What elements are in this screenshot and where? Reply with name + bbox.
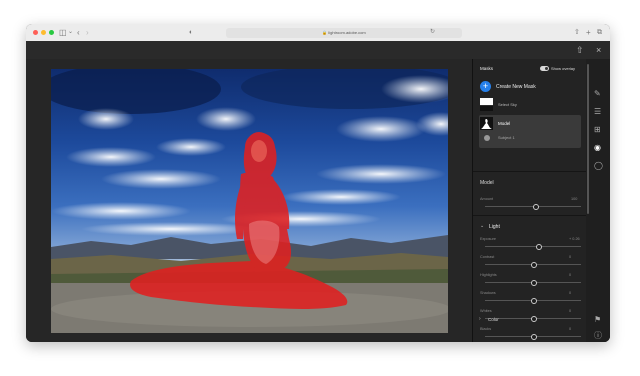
color-section-title: Color [488,317,499,322]
subject-icon [484,135,490,141]
light-slider-label: Shadows [480,291,496,295]
light-slider[interactable] [485,334,581,340]
light-slider-handle[interactable] [531,298,537,304]
light-slider-value: 0 [569,327,572,331]
lock-icon: 🔒 [322,30,328,35]
light-slider-handle[interactable] [535,244,542,250]
browser-window: ◫ ⌄ ‹ › ◐ 🔒 lightroom.adobe.com ↻ ⇧ + ⧉ … [26,24,610,342]
model-mask-thumbnail [480,117,493,130]
photo[interactable] [51,69,448,333]
mask-component-label[interactable]: Subject 1 [498,135,515,141]
light-slider[interactable] [485,280,581,286]
amount-slider[interactable] [485,204,581,210]
light-slider-value: 0 [569,273,572,277]
light-slider-label: Exposure [480,237,497,241]
sliders-icon[interactable]: ☰ [594,107,601,117]
light-slider-handle[interactable] [531,262,537,268]
chevron-down-icon: ⌄ [480,223,485,229]
plus-icon: + [480,81,491,92]
adjust-mask-name: Model [480,180,494,186]
browser-titlebar: ◫ ⌄ ‹ › ◐ 🔒 lightroom.adobe.com ↻ ⇧ + ⧉ [26,24,610,41]
crop-icon[interactable]: ⊞ [594,125,601,135]
divider [473,171,587,172]
light-slider-label: Highlights [480,273,497,277]
sky-mask-thumbnail [480,98,493,111]
mask-item-label: Model [498,121,511,126]
divider [473,215,587,216]
chevron-right-icon: › [479,316,481,322]
light-slider[interactable] [485,298,581,304]
color-section-header[interactable]: › Color [479,314,579,324]
light-slider-handle[interactable] [531,334,537,340]
light-slider-value: + 0.26 [569,237,580,241]
photo-canvas[interactable] [26,59,472,342]
masks-panel-title: Masks [480,66,494,71]
light-slider[interactable] [485,244,581,250]
light-section-title: Light [489,224,500,230]
panel-scrollbar[interactable] [587,64,589,214]
tool-rail: ✎ ☰ ⊞ ◉ ◯ ⚑ ⓘ [586,59,610,342]
light-section-header[interactable]: ⌄ Light [480,223,580,231]
photo-scene [51,69,448,333]
show-overlay-toggle[interactable] [540,66,549,71]
reload-icon[interactable]: ↻ [430,27,435,38]
masking-icon[interactable]: ◉ [594,143,601,153]
mask-item-select-sky[interactable]: Select Sky [479,97,581,114]
sidebar-toggle-icon[interactable]: ◫ [59,27,67,38]
new-tab-icon[interactable]: + [586,27,591,38]
share-icon[interactable]: ⇧ [574,27,580,38]
amount-value: 100 [571,197,578,201]
edit-icon[interactable]: ✎ [594,89,601,99]
tab-menu-chevron-icon[interactable]: ⌄ [68,27,73,38]
amount-label: Amount [480,197,494,201]
healing-icon[interactable]: ◯ [594,161,603,171]
person-silhouette-icon [481,119,492,129]
amount-slider-handle[interactable] [533,204,539,210]
zoom-window-button[interactable] [49,30,54,35]
light-slider-label: Blacks [480,327,492,331]
app-toolbar: ⇧ × [26,41,610,59]
back-arrow-icon[interactable]: ‹ [77,27,80,38]
minimize-window-button[interactable] [41,30,46,35]
mask-item-model[interactable]: Model Subject 1 [479,115,581,148]
info-icon[interactable]: ⓘ [594,331,602,341]
light-slider-handle[interactable] [531,280,537,286]
close-window-button[interactable] [33,30,38,35]
export-share-icon[interactable]: ⇧ [576,44,584,56]
tag-icon[interactable]: ⚑ [594,315,601,325]
mask-item-label: Select Sky [498,102,517,107]
create-new-mask-label: Create New Mask [496,84,536,90]
light-slider-label: Contrast [480,255,495,259]
close-panel-icon[interactable]: × [596,44,601,56]
forward-arrow-icon[interactable]: › [86,27,89,38]
tab-overview-icon[interactable]: ⧉ [597,27,602,38]
privacy-shield-icon[interactable]: ◐ [189,27,193,38]
url-text: lightroom.adobe.com [328,30,366,35]
create-new-mask-button[interactable]: + Create New Mask [480,81,584,93]
show-overlay-label: Show overlay [551,66,576,71]
light-slider-value: 0 [569,255,572,259]
light-slider[interactable] [485,262,581,268]
address-bar[interactable]: 🔒 lightroom.adobe.com [226,28,462,38]
light-slider-value: 0 [569,291,572,295]
